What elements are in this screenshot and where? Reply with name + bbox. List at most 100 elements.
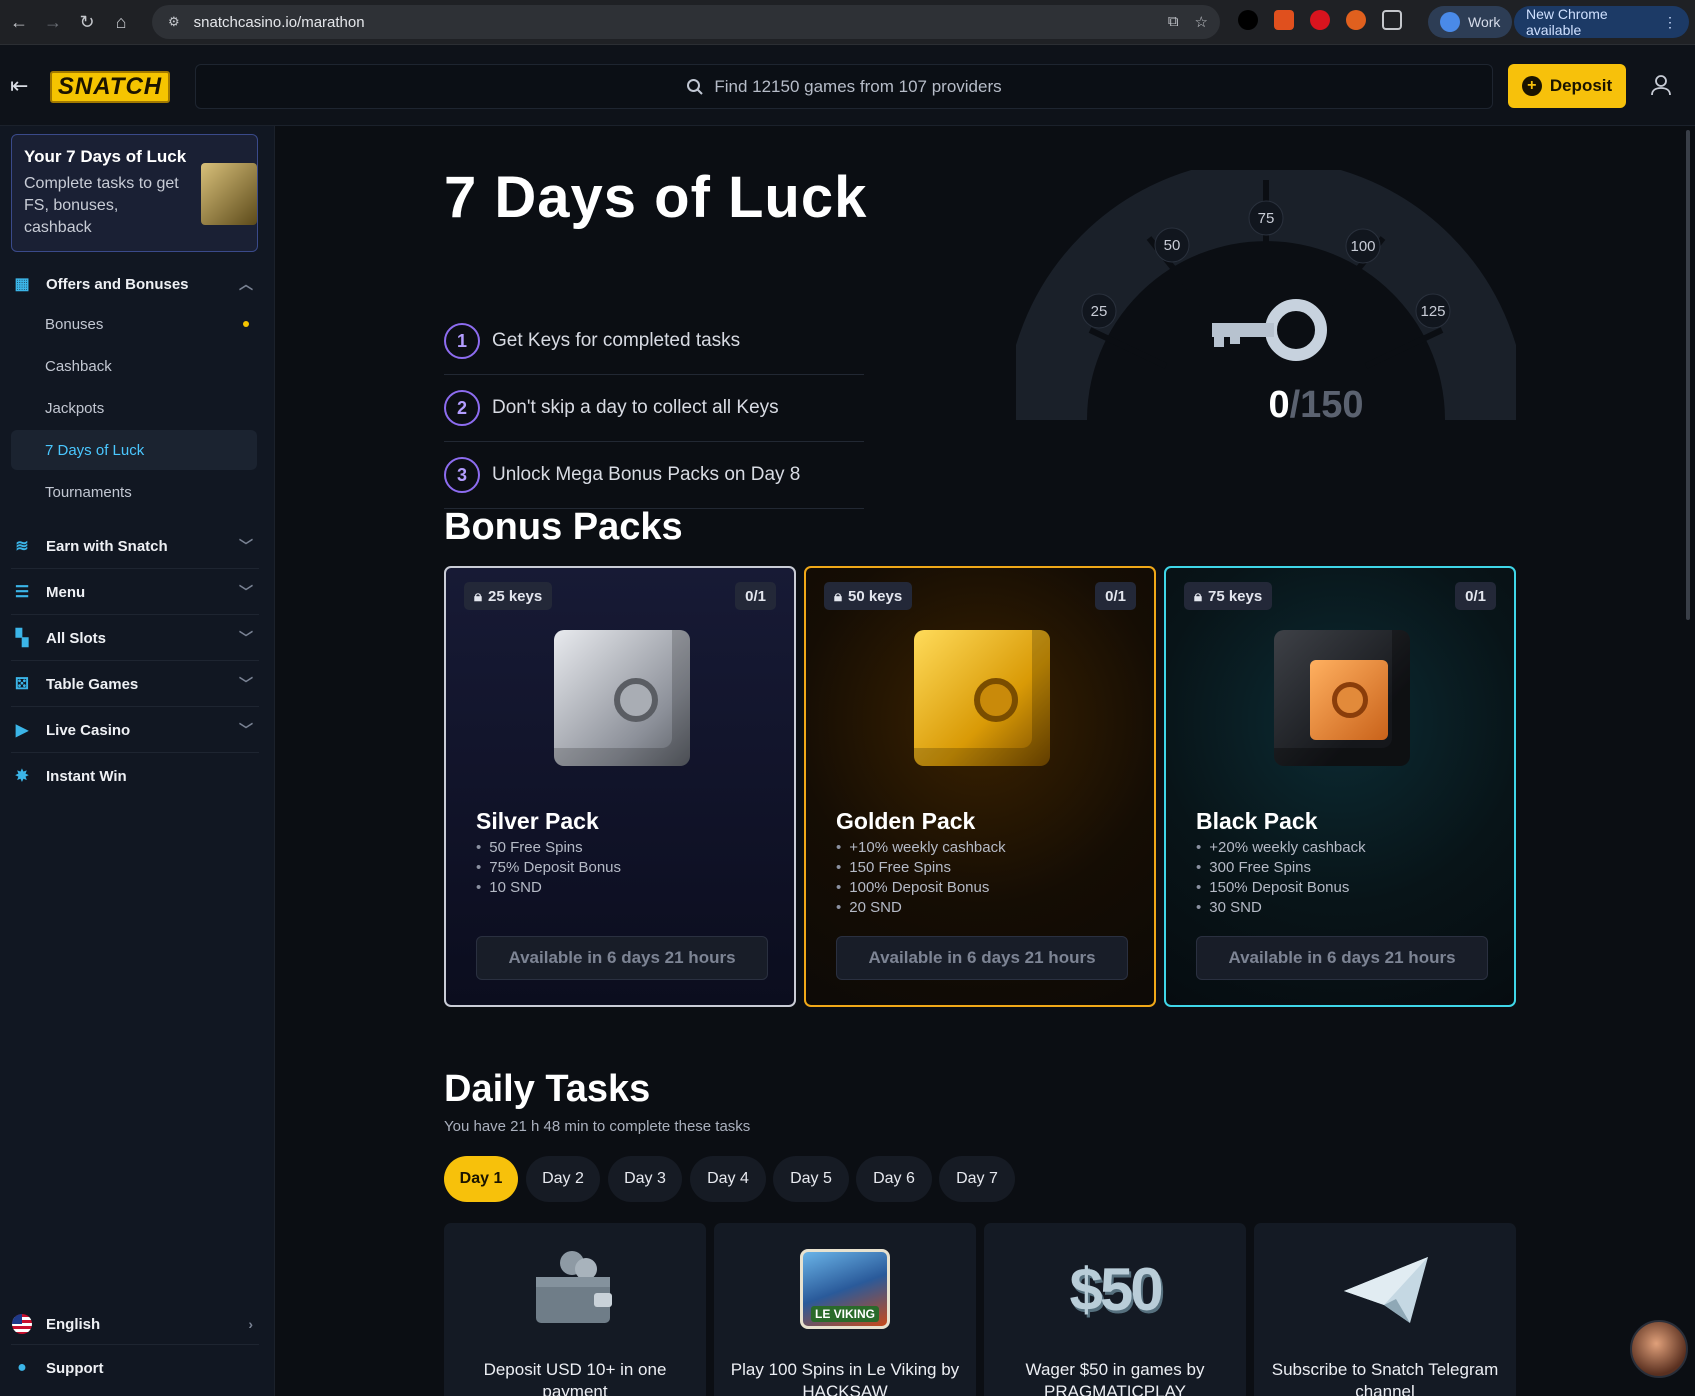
forward-icon[interactable]: → bbox=[36, 5, 70, 39]
pack-availability-button[interactable]: Available in 6 days 21 hours bbox=[1196, 936, 1488, 980]
sidebar-item-label: Jackpots bbox=[45, 399, 105, 417]
support-button[interactable]: ● Support bbox=[0, 1346, 274, 1390]
sidebar-item-label: Earn with Snatch bbox=[46, 537, 168, 555]
gauge-mark-label: 75 bbox=[1258, 210, 1275, 227]
language-selector[interactable]: English › bbox=[0, 1302, 274, 1346]
tab-day-3[interactable]: Day 3 bbox=[608, 1156, 682, 1202]
tab-day-2[interactable]: Day 2 bbox=[526, 1156, 600, 1202]
collapse-sidebar-icon[interactable]: ⇤ bbox=[10, 73, 28, 99]
kebab-menu-icon: ⋮ bbox=[1663, 13, 1677, 30]
divider bbox=[11, 660, 259, 661]
sidebar-live-casino[interactable]: ▶ Live Casino ﹀ bbox=[0, 708, 274, 752]
sidebar-all-slots[interactable]: ▚ All Slots ﹀ bbox=[0, 616, 274, 660]
sidebar-item-jackpots[interactable]: Jackpots bbox=[11, 388, 257, 428]
pack-availability-button[interactable]: Available in 6 days 21 hours bbox=[836, 936, 1128, 980]
task-text: Subscribe to Snatch Telegram channel bbox=[1271, 1360, 1499, 1396]
install-icon[interactable]: ⧉ bbox=[1168, 13, 1179, 31]
pack-keys-label: 25 keys bbox=[487, 587, 543, 605]
profile-button[interactable]: Work bbox=[1428, 6, 1513, 38]
pack-availability-button[interactable]: Available in 6 days 21 hours bbox=[476, 936, 768, 980]
pack-keys-label: 75 keys bbox=[1207, 587, 1263, 605]
task-card[interactable]: Deposit USD 10+ in one payment bbox=[444, 1223, 706, 1396]
chrome-update-button[interactable]: New Chrome available ⋮ bbox=[1514, 6, 1689, 38]
back-icon[interactable]: ← bbox=[2, 5, 36, 39]
pack-name: Golden Pack bbox=[836, 808, 976, 834]
pack-perk: 300 Free Spins bbox=[1196, 858, 1366, 878]
sidebar-offers-and-bonuses[interactable]: ▦ Offers and Bonuses ︿ bbox=[0, 262, 274, 306]
extension-icon[interactable] bbox=[1274, 10, 1294, 30]
pack-perks: +10% weekly cashback 150 Free Spins 100%… bbox=[836, 838, 1005, 918]
reload-icon[interactable]: ↻ bbox=[70, 5, 104, 39]
user-account-icon[interactable] bbox=[1650, 74, 1672, 96]
safe-icon bbox=[201, 163, 257, 225]
task-card[interactable]: Subscribe to Snatch Telegram channel bbox=[1254, 1223, 1516, 1396]
step-item: 1 Get Keys for completed tasks bbox=[444, 308, 864, 375]
wallet-icon bbox=[536, 1251, 612, 1323]
page-scrollbar[interactable] bbox=[1686, 130, 1690, 620]
tab-day-1[interactable]: Day 1 bbox=[444, 1156, 518, 1202]
extension-icon[interactable] bbox=[1346, 10, 1366, 30]
step-number: 1 bbox=[444, 323, 480, 359]
step-number: 2 bbox=[444, 390, 480, 426]
sidebar-item-label: All Slots bbox=[46, 629, 107, 647]
tab-day-6[interactable]: Day 6 bbox=[856, 1156, 932, 1202]
tab-day-4[interactable]: Day 4 bbox=[690, 1156, 766, 1202]
sidebar-item-bonuses[interactable]: Bonuses bbox=[11, 304, 257, 344]
chevron-down-icon: ﹀ bbox=[239, 630, 253, 646]
sidebar-earn-with-snatch[interactable]: ≋ Earn with Snatch ﹀ bbox=[0, 524, 274, 568]
seven-days-promo-card[interactable]: Your 7 Days of Luck Complete tasks to ge… bbox=[11, 134, 258, 252]
main-content: 7 Days of Luck 1 Get Keys for completed … bbox=[276, 126, 1695, 1396]
browser-toolbar: ← → ↻ ⌂ ⚙ snatchcasino.io/marathon ⧉ ☆ W… bbox=[0, 0, 1695, 45]
key-icon bbox=[1212, 299, 1327, 361]
divider bbox=[11, 614, 259, 615]
task-text: Play 100 Spins in Le Viking by HACKSAW bbox=[730, 1360, 960, 1396]
pack-perk: 75% Deposit Bonus bbox=[476, 858, 621, 878]
sidebar-instant-win[interactable]: ✸ Instant Win bbox=[0, 754, 274, 798]
keys-total: /150 bbox=[1289, 384, 1364, 426]
chevron-down-icon: ﹀ bbox=[239, 722, 253, 738]
task-card[interactable]: LE VIKING Play 100 Spins in Le Viking by… bbox=[714, 1223, 976, 1396]
home-icon[interactable]: ⌂ bbox=[104, 5, 138, 39]
sidebar-item-label: 7 Days of Luck bbox=[45, 441, 145, 459]
bookmark-star-icon[interactable]: ☆ bbox=[1195, 13, 1208, 31]
profile-avatar-icon bbox=[1440, 12, 1460, 32]
extension-icon[interactable] bbox=[1310, 10, 1330, 30]
pack-name: Black Pack bbox=[1196, 808, 1318, 834]
support-chat-avatar[interactable] bbox=[1630, 1320, 1688, 1378]
address-bar[interactable]: ⚙ snatchcasino.io/marathon ⧉ ☆ bbox=[152, 5, 1220, 39]
silver-pack-card[interactable]: 🔒︎ 25 keys 0/1 Silver Pack 50 Free Spins … bbox=[444, 566, 796, 1007]
pack-perk: +20% weekly cashback bbox=[1196, 838, 1365, 858]
task-card[interactable]: $50 Wager $50 in games by PRAGMATICPLAY bbox=[984, 1223, 1246, 1396]
sidebar-item-tournaments[interactable]: Tournaments bbox=[11, 472, 257, 512]
tab-day-5[interactable]: Day 5 bbox=[773, 1156, 849, 1202]
snatch-logo[interactable]: SNATCH bbox=[50, 71, 170, 103]
chevron-down-icon: ﹀ bbox=[239, 538, 253, 554]
sidebar-item-label: Table Games bbox=[46, 675, 139, 693]
sidebar-item-label: Instant Win bbox=[46, 767, 127, 785]
menu-search-icon: ☰ bbox=[14, 584, 30, 601]
search-icon bbox=[687, 78, 704, 95]
deposit-button[interactable]: + Deposit bbox=[1508, 64, 1626, 108]
extensions-puzzle-icon[interactable] bbox=[1382, 10, 1402, 30]
site-header: ⇤ SNATCH Find 12150 games from 107 provi… bbox=[0, 45, 1695, 126]
sidebar-item-cashback[interactable]: Cashback bbox=[11, 346, 257, 386]
daily-tasks-heading: Daily Tasks bbox=[444, 1068, 651, 1110]
tab-day-7[interactable]: Day 7 bbox=[939, 1156, 1015, 1202]
black-pack-card[interactable]: 🔒︎ 75 keys 0/1 Black Pack +20% weekly cas… bbox=[1164, 566, 1516, 1007]
bonus-packs-heading: Bonus Packs bbox=[444, 506, 683, 548]
lock-icon: 🔒︎ bbox=[1194, 587, 1202, 605]
sidebar-table-games[interactable]: ⚄ Table Games ﹀ bbox=[0, 662, 274, 706]
task-text: Wager $50 in games by PRAGMATICPLAY bbox=[1025, 1360, 1205, 1396]
pack-count-badge: 0/1 bbox=[735, 582, 776, 610]
sidebar-menu[interactable]: ☰ Menu ﹀ bbox=[0, 570, 274, 614]
sidebar-item-seven-days-of-luck[interactable]: 7 Days of Luck bbox=[11, 430, 257, 470]
golden-pack-card[interactable]: 🔒︎ 50 keys 0/1 Golden Pack +10% weekly ca… bbox=[804, 566, 1156, 1007]
gauge-mark-label: 125 bbox=[1420, 303, 1445, 320]
extension-icon[interactable] bbox=[1238, 10, 1258, 30]
search-placeholder: Find 12150 games from 107 providers bbox=[714, 76, 1002, 96]
site-settings-icon[interactable]: ⚙ bbox=[168, 14, 180, 30]
game-thumbnail-label: LE VIKING bbox=[810, 1306, 879, 1322]
promo-text: Complete tasks to get FS, bonuses, cashb… bbox=[24, 175, 179, 236]
game-search[interactable]: Find 12150 games from 107 providers bbox=[195, 64, 1493, 109]
divider bbox=[11, 568, 259, 569]
